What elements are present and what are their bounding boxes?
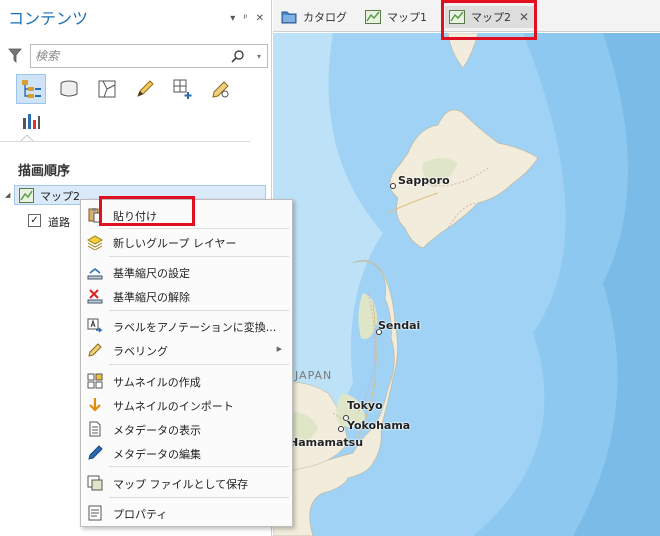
city-label-hamamatsu: Hamamatsu bbox=[289, 436, 364, 449]
convert-annotation-icon bbox=[87, 318, 103, 333]
menu-item-new-group-layer[interactable]: 新しいグループ レイヤー bbox=[81, 231, 292, 253]
map-icon bbox=[449, 10, 465, 24]
city-marker bbox=[338, 426, 344, 432]
thumbnail-icon bbox=[87, 373, 103, 389]
list-by-labeling-icon[interactable] bbox=[206, 74, 236, 104]
properties-icon bbox=[88, 505, 102, 521]
submenu-arrow-icon: ▶ bbox=[276, 345, 282, 353]
basemap bbox=[273, 33, 660, 536]
menu-label: 貼り付け bbox=[113, 210, 157, 223]
menu-label: メタデータの編集 bbox=[113, 448, 201, 461]
filter-icon[interactable] bbox=[8, 48, 22, 64]
layer-label: 道路 bbox=[48, 216, 70, 229]
menu-label: ラベルをアノテーションに変換... bbox=[113, 321, 277, 334]
group-layer-icon bbox=[87, 235, 103, 250]
list-by-snapping-icon[interactable] bbox=[168, 74, 198, 104]
pane-controls: ▾ ᵖ ✕ bbox=[230, 13, 264, 25]
menu-item-properties[interactable]: プロパティ bbox=[81, 502, 292, 524]
search-icon[interactable] bbox=[231, 49, 245, 63]
drawing-order-heading: 描画順序 bbox=[18, 164, 71, 179]
close-icon[interactable]: ✕ bbox=[256, 13, 264, 25]
tab-label: カタログ bbox=[303, 11, 347, 24]
set-scale-icon bbox=[87, 268, 103, 280]
tab-catalog[interactable]: カタログ bbox=[281, 6, 347, 28]
chevron-down-icon[interactable]: ▾ bbox=[257, 52, 261, 61]
menu-label: マップ ファイルとして保存 bbox=[113, 478, 249, 491]
labeling-icon bbox=[88, 343, 102, 357]
save-map-file-icon bbox=[87, 475, 103, 491]
menu-item-edit-metadata[interactable]: メタデータの編集 bbox=[81, 442, 292, 464]
tab-label: マップ2 bbox=[471, 11, 511, 24]
map-view[interactable]: Sapporo Sendai JAPAN Tokyo Yokohama Hama… bbox=[273, 33, 660, 536]
menu-item-import-thumbnail[interactable]: サムネイルのインポート bbox=[81, 394, 292, 416]
pin-icon[interactable]: ᵖ bbox=[243, 13, 247, 25]
close-icon[interactable]: ✕ bbox=[519, 10, 529, 24]
menu-label: プロパティ bbox=[113, 508, 168, 521]
list-by-editing-icon[interactable] bbox=[130, 74, 160, 104]
contents-toolbar bbox=[16, 74, 256, 134]
menu-item-view-metadata[interactable]: メタデータの表示 bbox=[81, 418, 292, 440]
view-tab-bar: カタログ マップ1 マップ2 ✕ bbox=[273, 0, 660, 32]
menu-label: メタデータの表示 bbox=[113, 424, 201, 437]
list-by-charts-icon[interactable] bbox=[16, 106, 46, 136]
menu-item-save-as-map-file[interactable]: マップ ファイルとして保存 bbox=[81, 472, 292, 494]
pane-menu-icon[interactable]: ▾ bbox=[230, 13, 235, 25]
map-icon bbox=[365, 10, 381, 24]
menu-divider bbox=[109, 228, 289, 229]
layer-item-road[interactable]: ✓ 道路 bbox=[28, 212, 88, 230]
metadata-icon bbox=[89, 421, 101, 437]
search-input[interactable] bbox=[35, 47, 225, 65]
list-by-drawing-order-icon[interactable] bbox=[16, 74, 46, 104]
menu-label: 基準縮尺の設定 bbox=[113, 267, 190, 280]
pane-title: コンテンツ bbox=[8, 9, 89, 28]
menu-divider bbox=[109, 256, 289, 257]
menu-item-set-reference-scale[interactable]: 基準縮尺の設定 bbox=[81, 261, 292, 283]
menu-divider bbox=[109, 466, 289, 467]
city-label-sendai: Sendai bbox=[378, 319, 421, 332]
tab-label: マップ1 bbox=[387, 11, 427, 24]
menu-item-paste[interactable]: 貼り付け bbox=[81, 204, 292, 226]
menu-label: サムネイルの作成 bbox=[113, 376, 201, 389]
folder-icon bbox=[281, 11, 297, 24]
city-marker bbox=[390, 183, 396, 189]
menu-divider bbox=[109, 497, 289, 498]
expand-arrow-icon[interactable]: ◢ bbox=[5, 191, 10, 199]
tab-map1[interactable]: マップ1 bbox=[365, 6, 427, 28]
menu-label: 新しいグループ レイヤー bbox=[113, 237, 237, 250]
menu-label: ラベリング bbox=[113, 345, 168, 358]
city-label-tokyo: Tokyo bbox=[347, 399, 383, 412]
clear-scale-icon bbox=[87, 289, 103, 304]
layer-visibility-checkbox[interactable]: ✓ bbox=[28, 214, 41, 227]
filter-row: ▾ bbox=[6, 44, 268, 68]
menu-divider bbox=[109, 364, 289, 365]
menu-item-clear-reference-scale[interactable]: 基準縮尺の解除 bbox=[81, 285, 292, 307]
paste-icon bbox=[88, 208, 102, 223]
map-icon bbox=[19, 188, 34, 203]
import-arrow-icon bbox=[89, 398, 101, 412]
menu-divider bbox=[109, 310, 289, 311]
list-by-selection-icon[interactable] bbox=[92, 74, 122, 104]
menu-item-labeling[interactable]: ラベリング ▶ bbox=[81, 339, 292, 361]
menu-label: 基準縮尺の解除 bbox=[113, 291, 190, 304]
toolbar-divider bbox=[0, 141, 250, 142]
layer-label: マップ2 bbox=[40, 190, 80, 203]
pane-header: コンテンツ ▾ ᵖ ✕ bbox=[0, 6, 272, 32]
country-label: JAPAN bbox=[295, 369, 333, 382]
tab-map2[interactable]: マップ2 ✕ bbox=[445, 6, 536, 28]
pencil-icon bbox=[88, 445, 103, 460]
context-menu: 貼り付け 新しいグループ レイヤー 基準縮尺の設定 基準縮尺の解除 ラベルをアノ… bbox=[80, 199, 293, 527]
city-label-yokohama: Yokohama bbox=[347, 419, 411, 432]
menu-item-convert-labels[interactable]: ラベルをアノテーションに変換... bbox=[81, 315, 292, 337]
menu-label: サムネイルのインポート bbox=[113, 400, 234, 413]
list-by-data-source-icon[interactable] bbox=[54, 74, 84, 104]
menu-item-create-thumbnail[interactable]: サムネイルの作成 bbox=[81, 370, 292, 392]
search-box: ▾ bbox=[30, 44, 268, 68]
city-label-sapporo: Sapporo bbox=[398, 174, 450, 187]
